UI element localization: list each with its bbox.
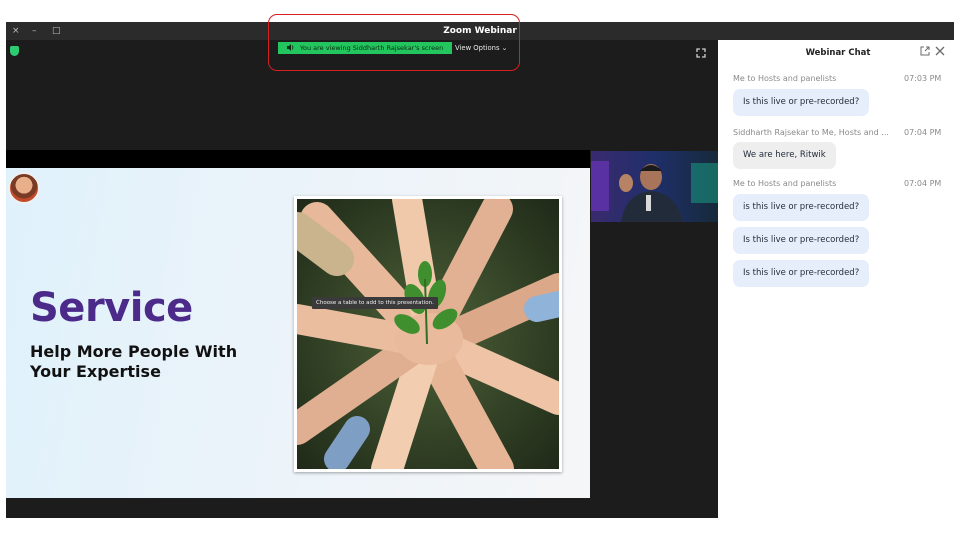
message-time: 07:04 PM xyxy=(904,179,942,188)
message-meta: Siddharth Rajsekar to Me, Hosts and ... xyxy=(733,128,889,137)
message-meta: Me to Hosts and panelists xyxy=(733,74,837,83)
slide-letterbox xyxy=(6,150,590,168)
slide-photo xyxy=(294,196,562,472)
presenter-avatar xyxy=(8,172,40,204)
slide-subtitle: Help More People With Your Expertise xyxy=(30,342,238,381)
close-icon[interactable] xyxy=(935,45,945,59)
chat-message-bubble[interactable]: We are here, Ritwik xyxy=(733,142,836,169)
hands-plant-image xyxy=(297,199,559,469)
shield-icon[interactable] xyxy=(10,46,19,56)
chat-message-bubble[interactable]: Is this live or pre-recorded? xyxy=(733,260,870,287)
popout-icon[interactable] xyxy=(920,46,930,59)
message-time: 07:04 PM xyxy=(904,128,942,137)
slide-tooltip: Choose a table to add to this presentati… xyxy=(312,297,438,309)
fullscreen-icon[interactable] xyxy=(696,48,706,61)
highlight-annotation xyxy=(268,14,520,71)
chat-message-bubble[interactable]: Is this live or pre-recorded? xyxy=(733,227,870,254)
chat-message-bubble[interactable]: is this live or pre-recorded? xyxy=(733,194,870,221)
message-time: 07:03 PM xyxy=(904,74,942,83)
chat-message-bubble[interactable]: Is this live or pre-recorded? xyxy=(733,89,870,116)
speaker-video-tile[interactable] xyxy=(591,151,718,222)
message-meta: Me to Hosts and panelists xyxy=(733,179,837,188)
slide-title: Service xyxy=(30,285,193,331)
